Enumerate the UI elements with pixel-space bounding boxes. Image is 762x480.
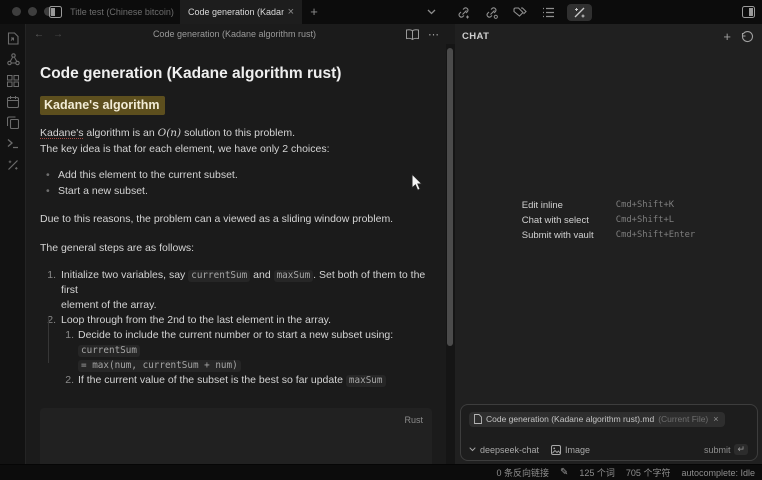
math-inline: O(n)	[158, 127, 182, 139]
new-chat-button[interactable]: +	[723, 31, 731, 43]
inline-code: maxSum	[274, 270, 314, 282]
left-ribbon	[0, 24, 26, 464]
image-icon	[551, 445, 561, 455]
chip-file-name: Code generation (Kadane algorithm rust).…	[486, 414, 654, 424]
terminal-icon[interactable]	[0, 133, 26, 154]
close-window-button[interactable]	[12, 7, 21, 16]
shortcut-row: Edit inline Cmd+Shift+K	[522, 200, 695, 211]
magic-wand-icon[interactable]	[567, 4, 592, 21]
view-actions: ⋯	[406, 28, 439, 41]
note-toolbar	[454, 3, 592, 21]
new-tab-button[interactable]: +	[306, 4, 322, 20]
list-item: Add this element to the current subset.	[40, 167, 432, 183]
more-options-icon[interactable]: ⋯	[428, 28, 439, 41]
inline-code: currentSum	[78, 345, 140, 357]
graph-view-icon[interactable]	[0, 49, 26, 70]
quick-switcher-icon[interactable]	[0, 28, 26, 49]
mouse-cursor	[411, 173, 424, 192]
chevron-down-icon	[469, 447, 476, 452]
edit-mode-pencil-icon[interactable]: ✎	[560, 467, 568, 478]
shortcut-row: Submit with vault Cmd+Shift+Enter	[522, 230, 695, 241]
outline-list-icon[interactable]	[539, 5, 558, 20]
list-indent-guide	[48, 317, 49, 363]
status-bar: 0 条反向链接 ✎ 125 个词 705 个字符 autocomplete: I…	[0, 464, 762, 480]
daily-note-calendar-icon[interactable]	[0, 91, 26, 112]
nested-ordered-list: 1. Decide to include the current number …	[61, 328, 432, 388]
char-count: 705 个字符	[626, 466, 671, 479]
submit-button[interactable]: submit ↵	[704, 444, 748, 455]
chat-header: CHAT +	[455, 24, 762, 43]
chat-panel: CHAT + Edit inline Cmd+Shift+K Chat with…	[455, 24, 762, 464]
close-tab-icon[interactable]: ×	[288, 6, 294, 18]
chip-current-file-badge: (Current File)	[658, 414, 708, 424]
tab-title-test[interactable]: Title test (Chinese bitcoin)	[64, 0, 180, 24]
inline-code: currentSum	[188, 270, 250, 282]
forward-button[interactable]: →	[53, 29, 63, 40]
code-language-label: Rust	[404, 413, 423, 429]
list-item: 1. Decide to include the current number …	[61, 328, 432, 373]
nav-arrows: ← →	[34, 29, 63, 40]
intro-paragraph: Kadane's algorithm is an O(n) solution t…	[40, 126, 432, 157]
highlight: Kadane's algorithm	[40, 96, 165, 115]
autocomplete-status: autocomplete: Idle	[681, 468, 755, 478]
templates-copy-icon[interactable]	[0, 112, 26, 133]
scrollbar-thumb[interactable]	[447, 48, 453, 346]
context-file-chip[interactable]: Code generation (Kadane algorithm rust).…	[469, 412, 725, 427]
word-count: 125 个词	[579, 466, 615, 479]
chat-header-actions: +	[723, 30, 754, 43]
list-item: 2. If the current value of the subset is…	[61, 373, 432, 388]
traffic-lights	[12, 7, 53, 16]
note-editor[interactable]: Code generation (Kadane algorithm rust) …	[27, 44, 446, 464]
list-item: Start a new subset.	[40, 183, 432, 199]
list-item: 2. Loop through from the 2nd to the last…	[40, 313, 432, 388]
model-name: deepseek-chat	[480, 445, 539, 455]
note-title-heading: Code generation (Kadane algorithm rust)	[40, 64, 432, 83]
return-key-icon: ↵	[734, 444, 748, 455]
tab-label: Title test (Chinese bitcoin)	[70, 7, 174, 17]
steps-ordered-list: 1. Initialize two variables, say current…	[40, 268, 432, 388]
add-embed-link-icon[interactable]	[482, 4, 501, 21]
image-label: Image	[565, 445, 590, 455]
back-button[interactable]: ←	[34, 29, 44, 40]
file-icon	[474, 414, 482, 424]
model-selector[interactable]: deepseek-chat	[469, 445, 539, 455]
right-sidebar-toggle-icon[interactable]	[742, 6, 755, 18]
titlebar: Title test (Chinese bitcoin) Code genera…	[0, 0, 762, 24]
view-header: ← → Code generation (Kadane algorithm ru…	[27, 24, 446, 44]
inline-code: maxSum	[346, 375, 386, 387]
backlinks-count[interactable]: 0 条反向链接	[496, 466, 549, 479]
editor-scrollbar[interactable]	[446, 44, 455, 464]
attach-image-button[interactable]: Image	[551, 445, 590, 455]
add-link-icon[interactable]	[454, 4, 473, 21]
obsidian-window: Title test (Chinese bitcoin) Code genera…	[0, 0, 762, 480]
sparkle-wand-icon[interactable]	[0, 154, 26, 175]
tags-icon[interactable]	[510, 4, 530, 20]
inline-code: = max(num, currentSum + num)	[78, 360, 241, 372]
tab-code-generation[interactable]: Code generation (Kadan… ×	[180, 0, 302, 24]
remove-context-icon[interactable]: ×	[713, 414, 718, 424]
choices-bullet-list: Add this element to the current subset. …	[40, 167, 432, 199]
list-item: 1. Initialize two variables, say current…	[40, 268, 432, 313]
paragraph: Due to this reasons, the problem can a v…	[40, 212, 432, 228]
tab-list-chevron-icon[interactable]	[427, 9, 436, 15]
reading-view-book-icon[interactable]	[406, 29, 419, 40]
chat-input-toolbar: deepseek-chat Image submit ↵	[469, 444, 748, 455]
chat-panel-title: CHAT	[462, 31, 723, 42]
code-block: Rust	[40, 408, 432, 464]
canvas-grid-icon[interactable]	[0, 70, 26, 91]
shortcut-row: Chat with select Cmd+Shift+L	[522, 215, 695, 226]
chat-history-icon[interactable]	[741, 30, 754, 43]
tab-label: Code generation (Kadan…	[188, 7, 284, 17]
minimize-window-button[interactable]	[28, 7, 37, 16]
breadcrumb: Code generation (Kadane algorithm rust)	[63, 29, 406, 39]
chat-shortcut-hints: Edit inline Cmd+Shift+K Chat with select…	[522, 200, 695, 245]
highlighted-heading: Kadane's algorithm	[40, 98, 432, 113]
left-sidebar-toggle-icon[interactable]	[49, 6, 62, 18]
paragraph: The general steps are as follows:	[40, 241, 432, 257]
chat-input-box[interactable]: Code generation (Kadane algorithm rust).…	[460, 404, 758, 461]
